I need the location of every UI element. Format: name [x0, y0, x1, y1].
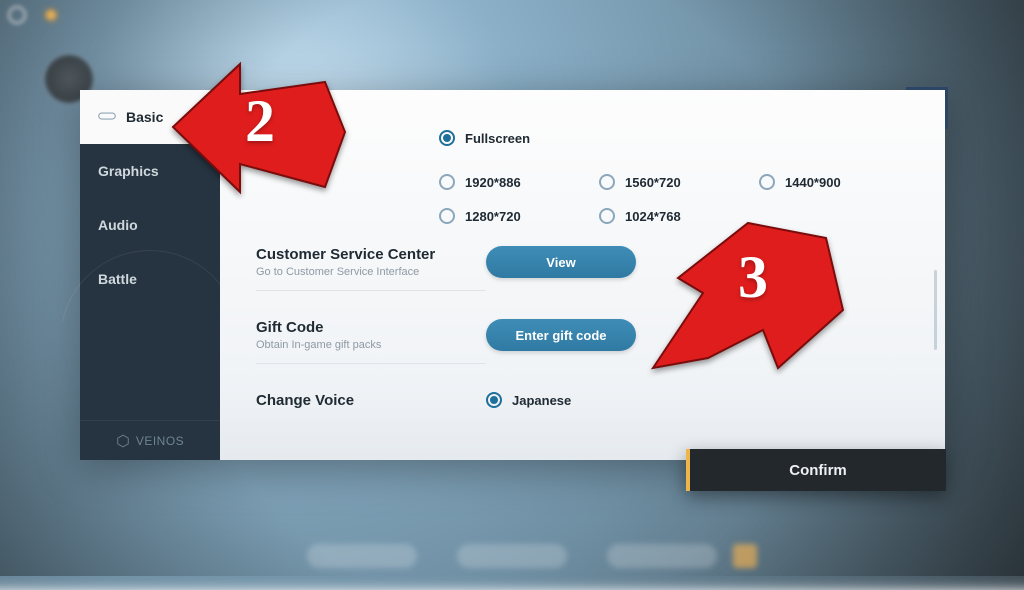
hud-bottom-bar: [307, 544, 717, 568]
gift-title: Gift Code: [256, 319, 486, 336]
view-button[interactable]: View: [486, 246, 636, 278]
divider: [256, 363, 486, 364]
hex-icon: [116, 434, 130, 448]
radio-ring-icon: [486, 392, 502, 408]
os-brand-label: VEINOS: [136, 434, 184, 448]
radio-label: Japanese: [512, 393, 571, 408]
confirm-button[interactable]: Confirm: [686, 449, 946, 491]
divider: [256, 290, 486, 291]
tab-battle[interactable]: Battle: [80, 252, 220, 306]
radio-label: 1024*768: [625, 209, 681, 224]
row-resolution: Fullscreen 1920*886 1560*720 1440*900: [256, 130, 909, 232]
resolution-options-grid: 1920*886 1560*720 1440*900 1280*720: [439, 174, 909, 224]
radio-ring-icon: [439, 130, 455, 146]
voice-title: Change Voice: [256, 392, 486, 409]
button-label: Enter gift code: [515, 328, 606, 343]
radio-res-3[interactable]: 1280*720: [439, 208, 589, 224]
settings-sidebar: Basic Graphics Audio Battle VEINOS: [80, 90, 220, 460]
tab-label: Audio: [98, 217, 138, 233]
tab-label: Basic: [126, 109, 163, 125]
row-gift-code: Gift Code Obtain In-game gift packs Ente…: [256, 319, 909, 378]
radio-res-4[interactable]: 1024*768: [599, 208, 749, 224]
radio-fullscreen[interactable]: Fullscreen: [439, 130, 549, 146]
radio-ring-icon: [599, 208, 615, 224]
button-label: Confirm: [789, 462, 847, 479]
radio-label: 1920*886: [465, 175, 521, 190]
csc-subtitle: Go to Customer Service Interface: [256, 266, 486, 278]
tab-audio[interactable]: Audio: [80, 198, 220, 252]
radio-label: 1440*900: [785, 175, 841, 190]
gamepad-icon: [98, 109, 116, 125]
hud-top-bar: [8, 6, 56, 24]
radio-label: Fullscreen: [465, 131, 530, 146]
gift-subtitle: Obtain In-game gift packs: [256, 339, 486, 351]
radio-label: 1280*720: [465, 209, 521, 224]
settings-panel: Game Version: 1.0.0.20 (DirectX 11) Basi…: [80, 90, 945, 460]
radio-ring-icon: [439, 208, 455, 224]
row-customer-service: Customer Service Center Go to Customer S…: [256, 246, 909, 305]
radio-res-0[interactable]: 1920*886: [439, 174, 589, 190]
clock-icon: [8, 6, 26, 24]
radio-ring-icon: [759, 174, 775, 190]
settings-content: Fullscreen 1920*886 1560*720 1440*900: [220, 90, 945, 460]
csc-title: Customer Service Center: [256, 246, 486, 263]
tab-label: Battle: [98, 271, 137, 287]
tab-graphics[interactable]: Graphics: [80, 144, 220, 198]
radio-res-2[interactable]: 1440*900: [759, 174, 909, 190]
tab-basic[interactable]: Basic: [80, 90, 220, 144]
tab-label: Graphics: [98, 163, 159, 179]
button-label: View: [546, 255, 575, 270]
radio-ring-icon: [439, 174, 455, 190]
notification-dot-icon: [46, 10, 56, 20]
radio-ring-icon: [599, 174, 615, 190]
sidebar-footer: VEINOS: [80, 420, 220, 460]
row-change-voice: Change Voice Japanese: [256, 392, 909, 412]
radio-voice-japanese[interactable]: Japanese: [486, 392, 596, 408]
enter-gift-code-button[interactable]: Enter gift code: [486, 319, 636, 351]
radio-label: 1560*720: [625, 175, 681, 190]
radio-res-1[interactable]: 1560*720: [599, 174, 749, 190]
